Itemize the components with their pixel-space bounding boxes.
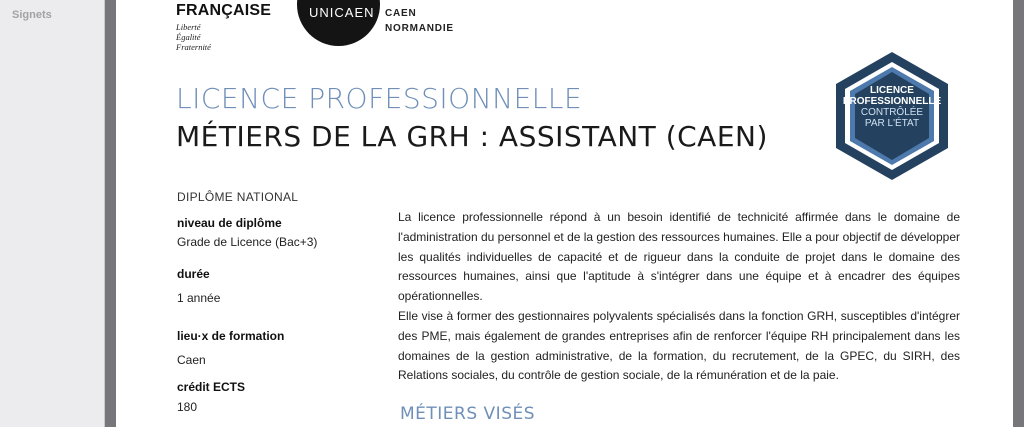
caen-normandie-label: CAEN NORMANDIE [385, 6, 454, 36]
program-info: DIPLÔME NATIONAL niveau de diplôme Grade… [177, 190, 377, 414]
unicaen-logo: UNICAEN [297, 0, 380, 46]
rf-motto-egalite: Égalité [176, 32, 201, 42]
unicaen-logo-text: UNICAEN [309, 5, 375, 20]
viewer-gutter-right [1013, 0, 1024, 427]
duree-value: 1 année [177, 291, 221, 305]
credit-label: crédit ECTS [177, 380, 246, 394]
normandie-label: NORMANDIE [385, 23, 454, 34]
republique-francaise-logo: FRANÇAISE Liberté Égalité Fraternité [176, 2, 271, 52]
description-paragraph-2: Elle vise à former des gestionnaires pol… [398, 308, 960, 383]
badge-line4: PAR L'ÉTAT [864, 118, 920, 129]
sidebar-title: Signets [12, 9, 52, 21]
niveau-label: niveau de diplôme [177, 216, 282, 230]
metiers-vises-heading: MÉTIERS VISÉS [400, 404, 536, 424]
diplome-national: DIPLÔME NATIONAL [177, 190, 299, 204]
rf-motto-liberte: Liberté [176, 22, 201, 32]
badge-line3: CONTRÔLÉE [860, 107, 924, 118]
licence-controlee-badge: LICENCE PROFESSIONNELLE CONTRÔLÉE PAR L'… [833, 50, 951, 182]
credit-value: 180 [177, 400, 198, 414]
badge-text: LICENCE PROFESSIONNELLE CONTRÔLÉE PAR L'… [833, 85, 951, 129]
lieu-label: lieu·x de formation [177, 329, 285, 343]
document-page[interactable]: FRANÇAISE Liberté Égalité Fraternité UNI… [116, 0, 1013, 427]
viewer-gutter-left [105, 0, 116, 427]
page-title-line1: LICENCE PROFESSIONNELLE [176, 82, 583, 115]
bookmarks-sidebar: Signets [0, 0, 105, 427]
page-title-line2: MÉTIERS DE LA GRH : ASSISTANT (CAEN) [176, 120, 768, 153]
rf-motto-fraternite: Fraternité [176, 42, 211, 52]
lieu-value: Caen [177, 353, 206, 367]
duree-label: durée [177, 267, 210, 281]
rf-motto: Liberté Égalité Fraternité [176, 22, 271, 52]
rf-name: FRANÇAISE [176, 2, 272, 19]
description-paragraph-1: La licence professionnelle répond à un b… [398, 210, 960, 304]
badge-line2: PROFESSIONNELLE [842, 96, 942, 107]
program-description: La licence professionnelle répond à un b… [398, 208, 960, 386]
niveau-value: Grade de Licence (Bac+3) [177, 235, 318, 249]
badge-line1: LICENCE [870, 85, 914, 96]
caen-label: CAEN [385, 8, 417, 19]
